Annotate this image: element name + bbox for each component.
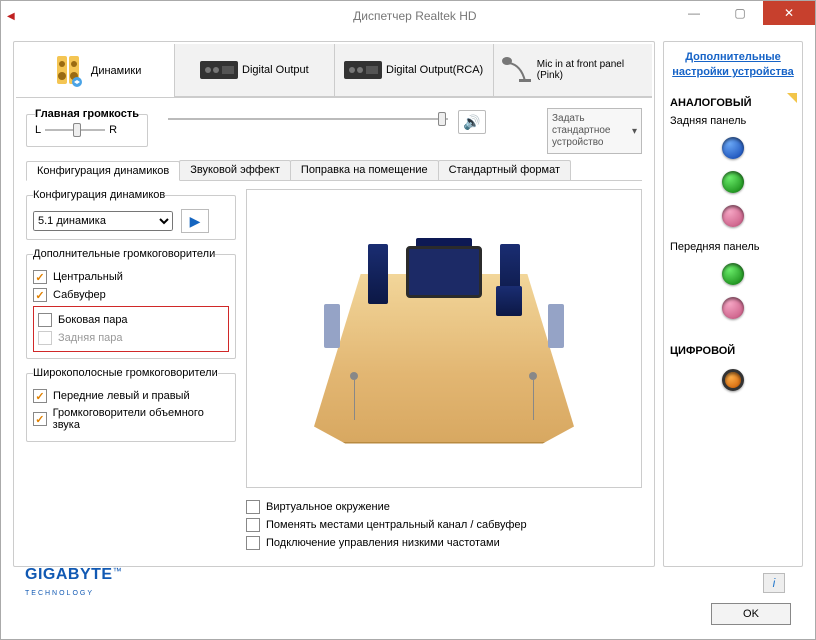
check-front-lr[interactable]: ✓Передние левый и правый: [33, 389, 229, 403]
check-bass-management[interactable]: ✓Подключение управления низкими частотам…: [246, 536, 642, 550]
main-panel: Динамики Digital Output Digital Output(R…: [13, 41, 655, 567]
check-virtual-surround[interactable]: ✓Виртуальное окружение: [246, 500, 642, 514]
brand-logo: GIGABYTE™ TECHNOLOGY: [25, 567, 122, 599]
tab-mic-front-pink[interactable]: Mic in at front panel (Pink): [494, 44, 652, 97]
close-button[interactable]: ✕: [763, 1, 815, 25]
preview-column: ✓Виртуальное окружение ✓Поменять местами…: [246, 189, 642, 554]
balance-left-label: L: [35, 124, 41, 136]
jack-front-green[interactable]: [722, 263, 744, 285]
device-tabs: Динамики Digital Output Digital Output(R…: [16, 44, 652, 98]
tab-label: Mic in at front panel (Pink): [537, 59, 650, 81]
amplifier-icon: [344, 53, 382, 87]
speakers-icon: [49, 54, 87, 88]
rear-panel-label: Задняя панель: [670, 115, 796, 127]
master-volume-row: Главная громкость L R 🔊 Задать стандартн: [16, 98, 652, 156]
speaker-layout-preview[interactable]: [246, 189, 642, 488]
check-side-pair[interactable]: ✓Боковая пара: [38, 313, 224, 327]
master-volume-legend: Главная громкость: [35, 108, 139, 120]
subtab-speaker-config[interactable]: Конфигурация динамиков: [26, 161, 180, 181]
analog-section-title: АНАЛОГОВЫЙ: [670, 97, 796, 109]
master-volume-group: Главная громкость L R: [26, 108, 148, 147]
side-right-speaker-icon: [548, 304, 564, 348]
tab-label: Динамики: [91, 65, 141, 77]
tab-label: Digital Output: [242, 64, 309, 76]
jack-front-pink[interactable]: [722, 297, 744, 319]
front-left-speaker-icon: [368, 244, 388, 304]
titlebar: ◀ Диспетчер Realtek HD — ▢ ✕: [1, 1, 815, 31]
front-panel-label: Передняя панель: [670, 241, 796, 253]
speaker-config-group: Конфигурация динамиков 5.1 динамика ▶: [26, 189, 236, 240]
microphone-icon: [496, 53, 533, 87]
ok-button[interactable]: OK: [711, 603, 791, 625]
maximize-button[interactable]: ▢: [717, 1, 763, 25]
tab-speakers[interactable]: Динамики: [16, 44, 175, 97]
subwoofer-icon: [496, 286, 522, 316]
chevron-down-icon: ▾: [632, 126, 637, 137]
mute-button[interactable]: 🔊: [458, 110, 486, 134]
minimize-button[interactable]: —: [671, 1, 717, 25]
dialog-buttons: OK: [13, 597, 803, 635]
check-swap-center-sub[interactable]: ✓Поменять местами центральный канал / са…: [246, 518, 642, 532]
optional-speakers-group: Дополнительные громкоговорители ✓Централ…: [26, 248, 236, 359]
speaker-config-legend: Конфигурация динамиков: [33, 189, 165, 201]
jack-rear-green[interactable]: [722, 171, 744, 193]
tab-digital-output-rca[interactable]: Digital Output(RCA): [335, 44, 494, 97]
side-left-speaker-icon: [324, 304, 340, 348]
check-subwoofer[interactable]: ✓Сабвуфер: [33, 288, 229, 302]
jack-rear-blue[interactable]: [722, 137, 744, 159]
balance-slider[interactable]: L R: [35, 124, 139, 136]
fullrange-speakers-legend: Широкополосные громкоговорители: [33, 367, 218, 379]
play-icon: ▶: [190, 213, 201, 230]
fullrange-speakers-group: Широкополосные громкоговорители ✓Передни…: [26, 367, 236, 442]
check-rear-pair: ✓Задняя пара: [38, 331, 224, 345]
play-test-button[interactable]: ▶: [181, 209, 209, 233]
window: ◀ Диспетчер Realtek HD — ▢ ✕ Динамики: [0, 0, 816, 640]
subtabs: Конфигурация динамиков Звуковой эффект П…: [26, 160, 642, 181]
speaker-icon: 🔊: [463, 114, 480, 131]
highlighted-pair-box: ✓Боковая пара ✓Задняя пара: [33, 306, 229, 352]
volume-slider[interactable]: [168, 118, 448, 120]
subtab-sound-effect[interactable]: Звуковой эффект: [179, 160, 291, 180]
speaker-config-select[interactable]: 5.1 динамика: [33, 211, 173, 231]
subtab-room-correction[interactable]: Поправка на помещение: [290, 160, 439, 180]
amplifier-icon: [200, 53, 238, 87]
jack-digital-orange[interactable]: [722, 369, 744, 391]
config-column: Конфигурация динамиков 5.1 динамика ▶: [26, 189, 236, 554]
jack-rear-pink[interactable]: [722, 205, 744, 227]
footer: GIGABYTE™ TECHNOLOGY i: [13, 567, 803, 597]
balance-right-label: R: [109, 124, 117, 136]
digital-section-title: ЦИФРОВОЙ: [670, 345, 796, 357]
content: Динамики Digital Output Digital Output(R…: [1, 31, 815, 639]
info-button[interactable]: i: [763, 573, 785, 593]
connector-panel: Дополнительные настройки устройства АНАЛ…: [663, 41, 803, 567]
speaker-config-page: Конфигурация динамиков 5.1 динамика ▶: [26, 189, 642, 554]
window-controls: — ▢ ✕: [671, 1, 815, 25]
optional-speakers-legend: Дополнительные громкоговорители: [33, 248, 215, 260]
rear-right-stand-icon: [533, 380, 534, 420]
tab-digital-output[interactable]: Digital Output: [175, 44, 334, 97]
rear-left-stand-icon: [354, 380, 355, 420]
bottom-checks: ✓Виртуальное окружение ✓Поменять местами…: [246, 496, 642, 554]
check-surround[interactable]: ✓Громкоговорители объемного звука: [33, 407, 229, 431]
advanced-device-settings-link[interactable]: Дополнительные настройки устройства: [670, 50, 796, 81]
tv-icon: [406, 246, 482, 298]
app-icon: ◀: [7, 11, 15, 22]
set-default-device-button[interactable]: Задать стандартное устройство ▾: [547, 108, 642, 154]
tab-label: Digital Output(RCA): [386, 64, 483, 76]
check-center[interactable]: ✓Центральный: [33, 270, 229, 284]
default-button-label: Задать стандартное устройство: [552, 113, 630, 149]
subtab-default-format[interactable]: Стандартный формат: [438, 160, 571, 180]
